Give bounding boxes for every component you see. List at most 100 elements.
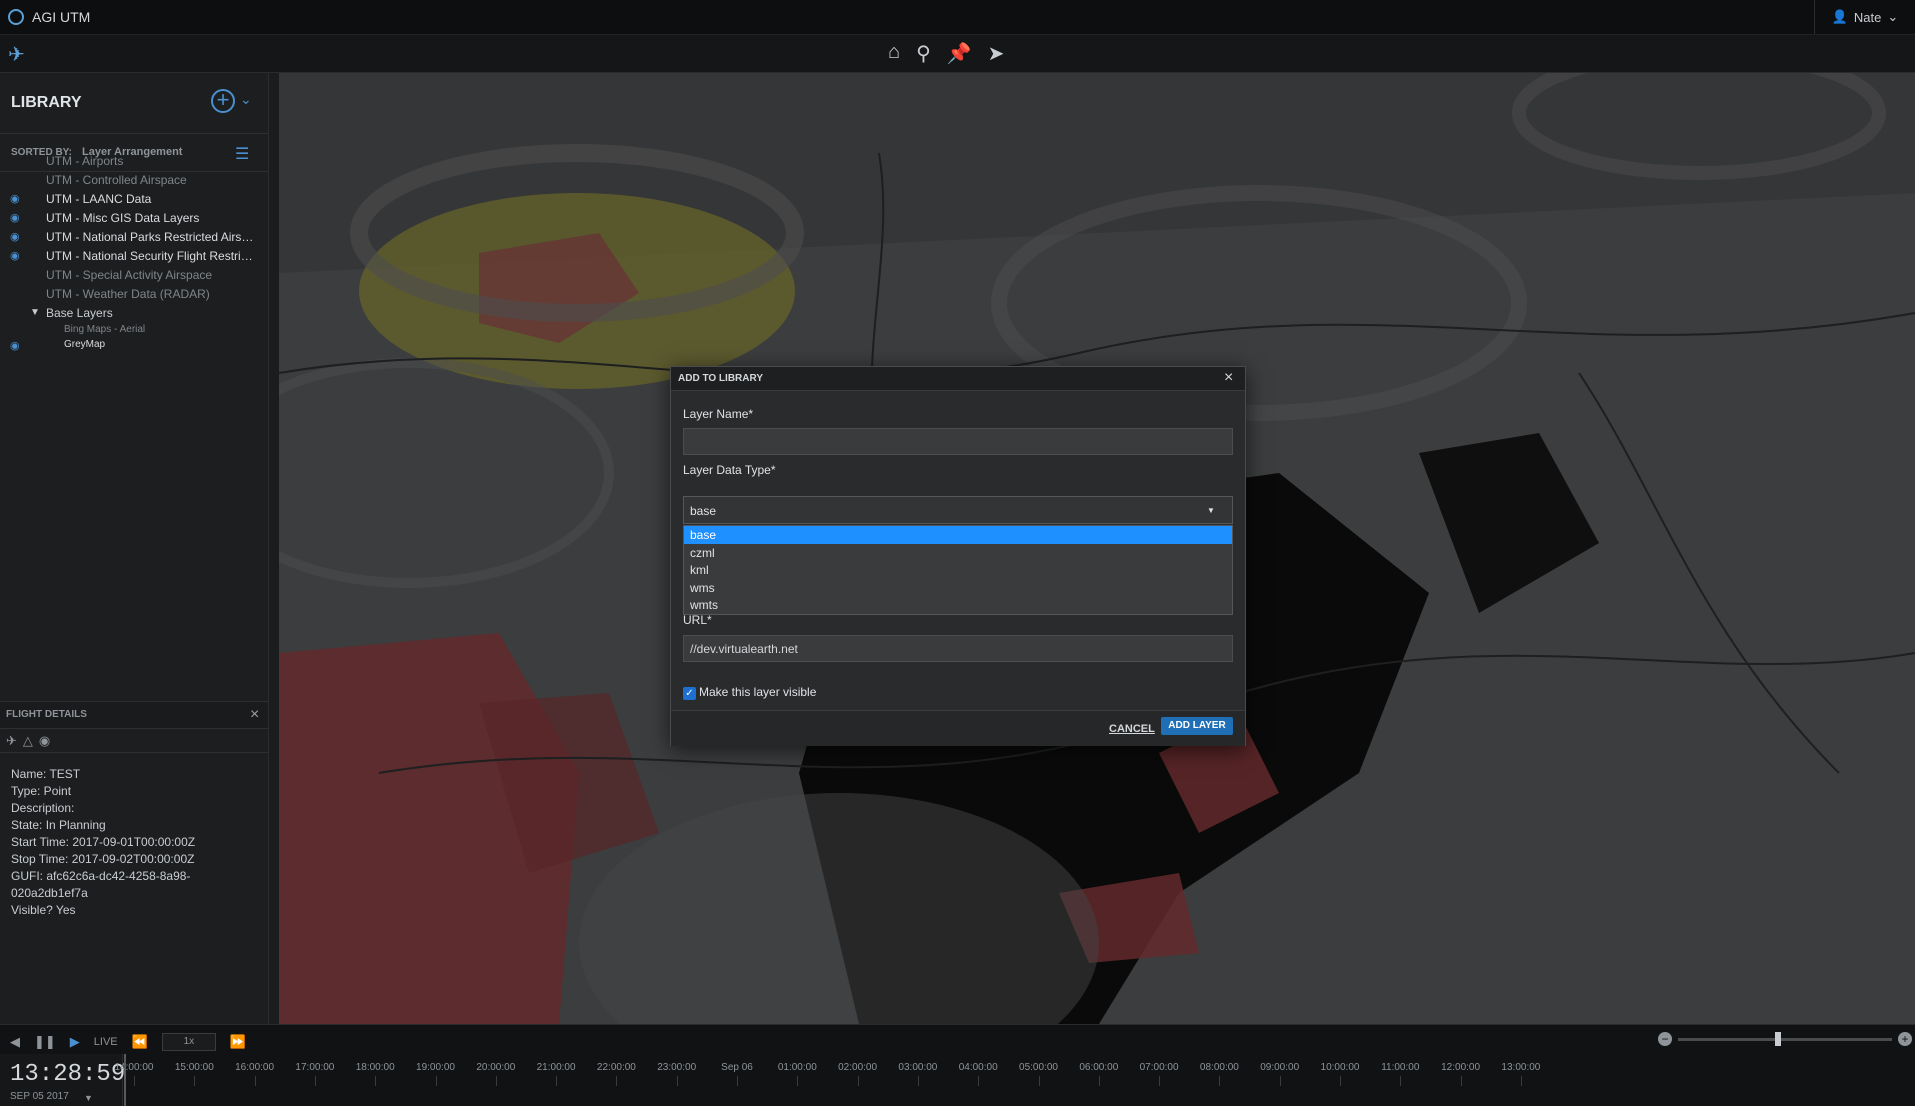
layer-name: GreyMap [64,339,106,350]
timeline-tick-label: 01:00:00 [777,1062,817,1073]
timeline-tick-mark [978,1076,980,1086]
navigate-arrow-icon[interactable]: ➤ [988,41,1005,66]
close-icon[interactable]: × [1224,369,1233,387]
layer-name: Bing Maps - Aerial [64,324,146,335]
flight-detail-line: Name: TEST [11,767,81,781]
zoom-in-icon[interactable]: + [1898,1032,1912,1046]
timeline-tick-label: 13:00:00 [1501,1062,1541,1073]
timeline-tick-mark [1520,1076,1522,1086]
flight-detail-line: Start Time: 2017-09-01T00:00:00Z [11,835,196,849]
layer-type-option-kml[interactable]: kml [684,561,1232,579]
dialog-header: ADD TO LIBRARY × [671,367,1245,391]
time-cursor[interactable] [124,1054,126,1106]
close-icon[interactable]: × [250,706,259,724]
layer-type-option-wmts[interactable]: wmts [684,596,1232,614]
home-icon[interactable]: ⌂ [888,41,900,66]
layer-name-input[interactable] [683,428,1233,455]
timeline-tick-mark [375,1076,377,1086]
top-bar: AGI UTM 👤 Nate ⌄ [0,0,1915,35]
layer-item[interactable]: ◉ GreyMap [0,335,268,357]
eye-icon[interactable]: ◉ [10,211,20,224]
cube-icon[interactable]: △ [23,733,33,749]
flight-detail-line: GUFI: afc62c6a-dc42-4258-8a98- [11,869,191,883]
timeline-tick-mark [254,1076,256,1086]
timeline-tick-mark [917,1076,919,1086]
playback-controls: ◀ ❚❚ ▶ LIVE ⏪ 1x ⏩ [10,1033,246,1051]
visible-checkbox[interactable]: ✓ [683,687,696,700]
clock-time: 13:28:59 [10,1061,126,1088]
add-layer-icon[interactable]: + [211,89,235,113]
live-button[interactable]: LIVE [94,1036,118,1048]
layer-name: UTM - Misc GIS Data Layers [46,211,200,225]
layer-type-option-base[interactable]: base [684,526,1232,544]
timeline-tick-label: 21:00:00 [536,1062,576,1073]
airplane-icon[interactable]: ✈ [6,733,17,749]
timeline-tick-mark [1279,1076,1281,1086]
pause-icon[interactable]: ❚❚ [34,1034,56,1050]
flight-details-tabs: ✈ △ ◉ [6,733,50,749]
zoom-slider-thumb[interactable] [1775,1032,1781,1046]
layer-name: UTM - National Parks Restricted Airs… [46,230,254,244]
caret-down-icon: ▼ [1207,506,1215,515]
cancel-button[interactable]: CANCEL [1109,723,1155,735]
fast-forward-icon[interactable]: ⏩ [230,1034,246,1050]
timeline-tick-mark [1098,1076,1100,1086]
layer-type-option-czml[interactable]: czml [684,544,1232,562]
timeline-tick-label: 05:00:00 [1019,1062,1058,1073]
timeline-bar: ◀ ❚❚ ▶ LIVE ⏪ 1x ⏩ − + 13:28:59 SEP 05 2… [0,1024,1915,1106]
pin-drop-icon[interactable]: ⚲ [916,41,931,66]
user-name: Nate [1853,9,1882,25]
user-menu[interactable]: 👤 Nate ⌄ [1814,0,1915,34]
timeline-tick-label: 20:00:00 [476,1062,516,1073]
play-icon[interactable]: ▶ [70,1034,80,1050]
dialog-title: ADD TO LIBRARY [678,373,763,384]
toolbar-center-tools: ⌂ ⚲ 📌 ➤ [888,41,1004,66]
timeline-tick-mark [1340,1076,1341,1086]
timeline-tick-label: 08:00:00 [1199,1062,1239,1073]
dialog-footer: CANCEL ADD LAYER [671,710,1245,746]
step-back-icon[interactable]: ◀ [10,1034,20,1050]
globe-icon[interactable]: ◉ [39,733,50,749]
timeline-tick-label: 23:00:00 [657,1062,697,1073]
eye-icon[interactable]: ◉ [10,249,20,262]
timeline-tick-label: 15:00:00 [174,1062,214,1073]
pushpin-icon[interactable]: 📌 [947,41,972,66]
timeline-tick-mark [1038,1076,1040,1086]
url-input[interactable]: //dev.virtualearth.net [683,635,1233,662]
add-layer-button[interactable]: ADD LAYER [1161,717,1233,735]
expand-triangle-icon[interactable]: ▼ [30,307,40,318]
timeline-tick-mark [797,1076,799,1086]
layer-name-label: Layer Name* [683,407,754,421]
rewind-icon[interactable]: ⏪ [132,1034,148,1050]
speed-input[interactable]: 1x [161,1033,216,1051]
layer-name: UTM - Special Activity Airspace [46,268,213,282]
chevron-down-icon[interactable]: ⌄ [240,91,252,108]
timeline-tick-label: 09:00:00 [1260,1062,1300,1073]
layer-name: UTM - National Security Flight Restri… [46,249,253,263]
flight-details-title: FLIGHT DETAILS [6,709,87,720]
timeline-tick-label: 19:00:00 [416,1062,455,1073]
toolbar: ✈ ⌂ ⚲ 📌 ➤ [0,35,1915,73]
eye-icon[interactable]: ◉ [10,230,20,243]
caret-down-icon[interactable]: ▼ [84,1093,93,1103]
zoom-slider-track[interactable] [1678,1038,1892,1041]
airplane-icon[interactable]: ✈ [8,42,25,67]
layer-type-option-wms[interactable]: wms [684,579,1232,597]
eye-icon[interactable]: ◉ [10,339,20,352]
eye-icon[interactable]: ◉ [10,192,20,205]
layer-name: UTM - LAANC Data [46,192,152,206]
flight-detail-line: Visible? Yes [11,903,76,917]
flight-detail-line: Type: Point [11,784,72,798]
chevron-down-icon: ⌄ [1887,9,1899,24]
flight-detail-line: Stop Time: 2017-09-02T00:00:00Z [11,852,195,866]
timeline-tick-mark [134,1076,135,1086]
timeline-tick-label: 14:00:00 [114,1062,154,1073]
timeline-tick-mark [616,1076,618,1086]
flight-details-body: Name: TEST Type: Point Description: State: … [0,752,268,1025]
layer-data-type-select[interactable]: base [683,496,1233,524]
add-to-library-dialog: ADD TO LIBRARY × Layer Name* Layer Data … [670,366,1246,746]
timeline-tick-mark [194,1076,196,1086]
zoom-out-icon[interactable]: − [1658,1032,1672,1046]
timeline-ticks[interactable]: 14:00:00 15:00:00 16:00:00 17:00:00 18:00:00… [115,1054,1915,1106]
timeline-tick-mark [1219,1076,1221,1086]
